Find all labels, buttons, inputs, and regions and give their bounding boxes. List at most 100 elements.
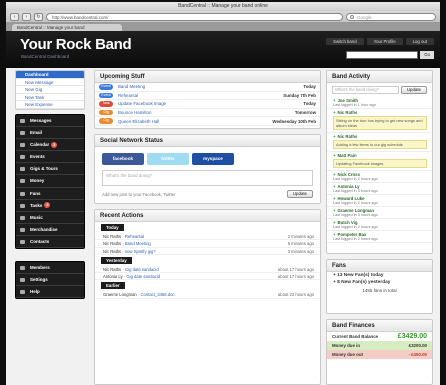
action-target[interactable]: Band Meeting [125, 241, 151, 246]
list-item[interactable]: Nic RathsAdding a few items to our gig s… [327, 133, 432, 152]
fans-title: Fans [327, 260, 432, 272]
table-row[interactable]: Nic Raths · new Spotify gig? 3 minutes ag… [95, 248, 320, 255]
member-name[interactable]: Matt Pain [333, 153, 427, 158]
action-user[interactable]: Nic Raths [103, 234, 121, 239]
sidebar-item-new-message[interactable]: New Message [16, 79, 84, 87]
sidebar-item-music[interactable]: Music [16, 212, 84, 224]
action-target[interactable]: Rehearsal [125, 234, 144, 239]
sidebar-item-help[interactable]: Help [16, 286, 84, 299]
activity-update-button[interactable]: Update [400, 86, 427, 94]
action-user[interactable]: Nic Raths [103, 249, 121, 254]
action-user[interactable]: Nic Raths [103, 267, 121, 272]
back-button[interactable]: ‹ [10, 12, 19, 21]
table-row[interactable]: Nic Raths · Rehearsal 2 minutes ago [95, 233, 320, 241]
logout-link[interactable]: Log out [405, 38, 434, 45]
sidebar-item-events[interactable]: Events [16, 151, 84, 164]
table-row[interactable]: Antonia Ly · Gig date sandacid about 17 h… [95, 273, 320, 281]
activity-panel: Band Activity What's the band doing? Upd… [326, 70, 433, 254]
sidebar-item-gigs[interactable]: Gigs & Tours [16, 163, 84, 176]
facebook-button[interactable]: facebook [102, 153, 144, 165]
action-time: about 17 hours ago [277, 266, 314, 272]
list-item[interactable]: Joe SmithLast logged in 1 hour ago [327, 97, 432, 109]
action-user[interactable]: Graeme Longman [103, 292, 137, 297]
sidebar-item-new-gig[interactable]: New Gig [16, 86, 84, 94]
fans-yesterday: + 8 New Fan(s) yesterday [333, 280, 391, 285]
list-item[interactable]: Task Update Facebook Image Today [95, 100, 320, 109]
twitter-button[interactable]: twitter [147, 153, 189, 165]
browser-search-field[interactable]: Google [346, 12, 436, 21]
social-panel: Social Network Status facebook twitter m… [94, 134, 321, 204]
group-label-earlier: Earlier [101, 282, 125, 290]
list-item[interactable]: Nick CrossLast logged in 2 hours ago [327, 171, 432, 183]
member-last-login: Last logged in 1 hour ago [333, 103, 376, 107]
quick-search-button[interactable]: Go [420, 51, 434, 59]
status-note: Add new post to your Facebook, Twitter [102, 191, 176, 197]
action-target[interactable]: new Spotify gig? [125, 249, 156, 254]
switch-band-link[interactable]: Switch band [326, 38, 364, 45]
item-title[interactable]: Queen Elizabeth Hall [118, 119, 272, 124]
list-item[interactable]: Nic RathsSitting on the tour bus trying … [327, 109, 432, 133]
sidebar-item-fans[interactable]: Fans [16, 188, 84, 200]
events-icon [20, 155, 25, 160]
list-item[interactable]: Gig Queen Elizabeth Hall Wednesday 10th Fe… [95, 117, 320, 126]
item-title[interactable]: Band Meeting [118, 84, 303, 89]
list-item[interactable]: Gig Bounce Hamilton Tomorrow [95, 109, 320, 118]
list-item[interactable]: Graeme LongmanLast logged in 3 hours ago [327, 207, 432, 219]
member-last-login: Last logged in 3 hours ago [333, 213, 378, 217]
sidebar-item-merchandise[interactable]: Merchandise [16, 224, 84, 236]
browser-tab[interactable]: BandCentral :: Manage your band [12, 24, 122, 31]
action-user[interactable]: Nic Raths [103, 241, 121, 246]
table-row[interactable]: Nic Raths · Band Meeting 5 minutes ago [95, 240, 320, 248]
forward-button[interactable]: › [22, 12, 31, 21]
main-nav: Messages Email Calendar 3 Events Gigs & T… [15, 113, 85, 249]
sidebar-item-new-task[interactable]: New Task [16, 94, 84, 102]
member-name[interactable]: Nic Raths [333, 134, 427, 139]
list-item[interactable]: Antonia LyLast logged in 5 hours ago [327, 183, 432, 195]
money-out-label: Money due out [332, 352, 363, 357]
contacts-icon [20, 239, 25, 244]
list-item[interactable]: Event Rehearsal Sunday 7th Feb [95, 92, 320, 101]
window-title: BandCentral :: Manage your band online [6, 2, 440, 11]
sidebar-item-dashboard[interactable]: Dashboard [16, 71, 84, 79]
table-row[interactable]: Graeme Longman · Contact_3456.doc about 2… [95, 291, 320, 299]
table-row[interactable]: Nic Raths · Gig date sandacid about 17 ho… [95, 266, 320, 274]
member-status: Updating Facebook images [333, 159, 427, 168]
sidebar-item-members[interactable]: Members [16, 262, 84, 275]
action-target[interactable]: Gig date sandacid [125, 267, 159, 272]
list-item[interactable]: Event Band Meeting Today [95, 83, 320, 92]
member-name[interactable]: Nic Raths [333, 110, 427, 115]
list-item[interactable]: Howard LukeLast logged in 2 hours ago [327, 195, 432, 207]
activity-input[interactable]: What's the band doing? [332, 86, 399, 94]
sidebar-item-new-expense[interactable]: New Expense [16, 101, 84, 109]
action-target[interactable]: Gig date sandacid [126, 274, 160, 279]
action-target[interactable]: Contact_3456.doc [141, 292, 175, 297]
reload-button[interactable]: ↻ [34, 12, 43, 21]
item-title[interactable]: Rehearsal [118, 93, 283, 98]
address-bar[interactable]: http://www.bandcentral.com/ [46, 12, 343, 21]
sidebar-item-settings[interactable]: Settings [16, 274, 84, 287]
sidebar-item-calendar[interactable]: Calendar 3 [16, 139, 84, 152]
list-item[interactable]: Pompeter BaxLast logged in 2 hours ago [327, 231, 432, 243]
sidebar-item-email[interactable]: Email [16, 127, 84, 140]
action-time: about 17 hours ago [277, 274, 314, 280]
list-item[interactable]: Matt PainUpdating Facebook images [327, 152, 432, 171]
profile-link[interactable]: Your Profile [366, 38, 403, 45]
item-title[interactable]: Update Facebook Image [118, 101, 303, 106]
activity-search: What's the band doing? Update [327, 83, 432, 97]
sidebar-item-contacts[interactable]: Contacts [16, 236, 84, 248]
network-buttons: facebook twitter myspace [95, 147, 320, 169]
list-item[interactable]: Butch VigLast logged in 2 hours ago [327, 219, 432, 231]
status-input[interactable]: What's the band doing? [102, 170, 313, 186]
settings-icon [20, 278, 25, 283]
brand-title[interactable]: Your Rock Band [20, 36, 132, 53]
fans-icon [20, 191, 25, 196]
sidebar-item-label: Money [30, 178, 45, 184]
update-status-button[interactable]: Update [286, 190, 313, 198]
myspace-button[interactable]: myspace [192, 153, 234, 165]
quick-search-input[interactable] [346, 51, 419, 59]
sidebar-item-messages[interactable]: Messages [16, 115, 84, 128]
sidebar-item-money[interactable]: Money [16, 175, 84, 188]
item-title[interactable]: Bounce Hamilton [118, 110, 295, 115]
action-user[interactable]: Antonia Ly [103, 274, 123, 279]
sidebar-item-tasks[interactable]: Tasks 2 [16, 200, 84, 212]
